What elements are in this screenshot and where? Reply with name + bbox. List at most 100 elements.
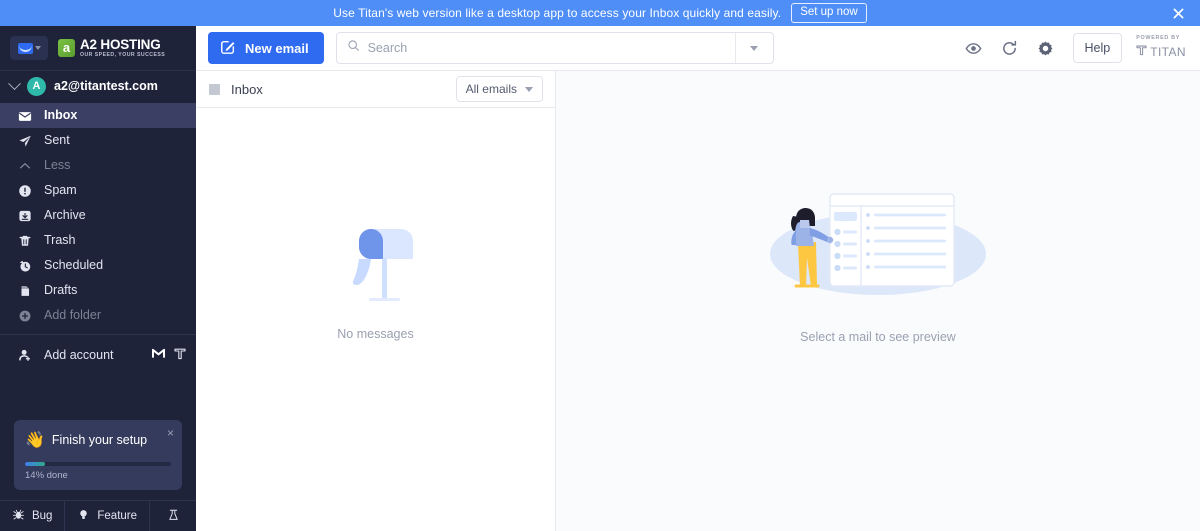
trash-bin-icon [18,234,32,248]
report-bug-button[interactable]: Bug [0,501,66,531]
new-email-label: New email [245,40,309,56]
sidebar-item-add-folder[interactable]: Add folder [0,303,196,328]
sidebar-footer: Bug Feature [0,500,196,531]
add-account-button[interactable]: Add account [0,341,196,369]
brand-name: A2 HOSTING [80,36,161,52]
titan-webmail-app: Use Titan's web version like a desktop a… [0,0,1200,531]
lightbulb-icon [77,508,90,524]
refresh-icon[interactable] [1001,39,1019,57]
search-bar [335,32,774,64]
wave-emoji-icon: 👋 [25,432,45,449]
app-body: a A2 HOSTING OUR SPEED, YOUR SUCCESS A a… [0,26,1200,531]
sidebar-divider [0,334,196,335]
gear-icon[interactable] [1037,39,1055,57]
toolbar-right: Help POWERED BY TITAN [965,33,1187,63]
new-email-button[interactable]: New email [208,32,324,64]
drafts-file-icon [18,284,32,298]
sidebar-item-spam[interactable]: Spam [0,178,196,203]
powered-by-titan: POWERED BY TITAN [1136,34,1186,60]
add-person-icon [18,348,32,362]
archive-box-icon [18,209,32,223]
sidebar-item-label: Sent [44,133,70,148]
main-area: New email Search Help POWERED BY TITAN I… [196,26,1200,531]
sidebar-item-label: Add folder [44,308,101,323]
compose-pencil-icon [220,39,236,58]
sidebar-item-label: Inbox [44,108,78,123]
mail-envelope-icon[interactable] [10,36,48,60]
chevron-up-icon [18,159,32,173]
search-icon [347,39,360,57]
sidebar-item-label: Drafts [44,283,78,298]
empty-list-text: No messages [337,326,414,341]
finish-setup-card[interactable]: × 👋 Finish your setup 14% done [14,420,182,490]
add-account-label: Add account [44,347,114,362]
finish-setup-title: Finish your setup [51,433,148,447]
request-feature-button[interactable]: Feature [65,501,151,531]
set-up-now-button[interactable]: Set up now [791,3,867,23]
sidebar-item-inbox[interactable]: Inbox [0,103,196,128]
gmail-m-icon[interactable] [151,348,166,362]
message-list-pane: Inbox All emails No messages [196,71,556,531]
preview-empty-text: Select a mail to see preview [800,330,956,344]
sidebar-item-drafts[interactable]: Drafts [0,278,196,303]
labs-button[interactable] [150,501,196,531]
all-emails-filter[interactable]: All emails [455,76,543,102]
sidebar-item-archive[interactable]: Archive [0,203,196,228]
sidebar-brand-row: a A2 HOSTING OUR SPEED, YOUR SUCCESS [0,26,196,71]
search-input[interactable] [367,41,725,55]
help-button[interactable]: Help [1072,33,1123,63]
content-panes: Inbox All emails No messages Select a ma… [196,71,1200,531]
search-filter-dropdown[interactable] [734,33,773,63]
setup-progress-label: 14% done [25,470,68,481]
search-box[interactable] [337,33,735,63]
close-icon[interactable] [1170,5,1186,21]
sidebar-nav: Inbox Sent Less Spam Archive Trash Sched… [0,101,196,369]
report-bug-label: Bug [31,510,53,522]
message-list-header: Inbox All emails [196,71,555,108]
all-emails-label: All emails [465,82,517,96]
setup-progress-fill [25,462,46,466]
account-email: a2@titantest.com [54,79,158,93]
spam-alert-icon [18,184,32,198]
sidebar-item-less[interactable]: Less [0,153,196,178]
list-title: Inbox [231,81,263,97]
chevron-down-icon [750,45,759,51]
request-feature-label: Feature [97,510,138,522]
preview-pane: Select a mail to see preview [556,71,1200,531]
toolbar: New email Search Help POWERED BY TITAN [196,26,1200,71]
sidebar-item-label: Trash [44,233,76,248]
sidebar-item-trash[interactable]: Trash [0,228,196,253]
titan-shield-icon [1136,44,1147,60]
flask-lab-icon [167,508,180,525]
close-icon[interactable]: × [167,427,174,439]
send-paper-plane-icon [18,134,32,148]
sidebar-item-scheduled[interactable]: Scheduled [0,253,196,278]
inbox-envelope-icon [18,109,32,123]
sidebar-item-label: Scheduled [44,258,104,273]
sidebar-item-label: Archive [44,208,86,223]
setup-progress-bar [25,462,171,466]
sidebar-item-label: Spam [44,183,77,198]
titan-brand-name: TITAN [1150,45,1186,60]
avatar: A [27,76,46,96]
mailbox-illustration [352,228,413,301]
powered-by-label: POWERED BY [1136,34,1181,41]
eye-icon[interactable] [965,39,983,57]
brand-tagline: OUR SPEED, YOUR SUCCESS [80,52,166,59]
a2-hosting-logo: a A2 HOSTING OUR SPEED, YOUR SUCCESS [58,38,165,59]
empty-list-state: No messages [196,108,555,531]
scheduled-clock-icon [18,259,32,273]
bug-icon [12,508,25,524]
select-all-checkbox[interactable] [209,83,220,95]
chevron-down-icon [525,86,533,92]
account-row[interactable]: A a2@titantest.com [0,71,196,101]
promo-banner-text: Use Titan's web version like a desktop a… [333,6,782,20]
sidebar: a A2 HOSTING OUR SPEED, YOUR SUCCESS A a… [0,26,196,531]
chevron-down-icon [8,76,21,90]
sidebar-item-sent[interactable]: Sent [0,128,196,153]
add-folder-plus-icon [18,309,32,323]
titan-shield-icon[interactable] [174,347,186,363]
a2-logo-mark: a [58,38,75,57]
sidebar-item-label: Less [44,158,71,173]
